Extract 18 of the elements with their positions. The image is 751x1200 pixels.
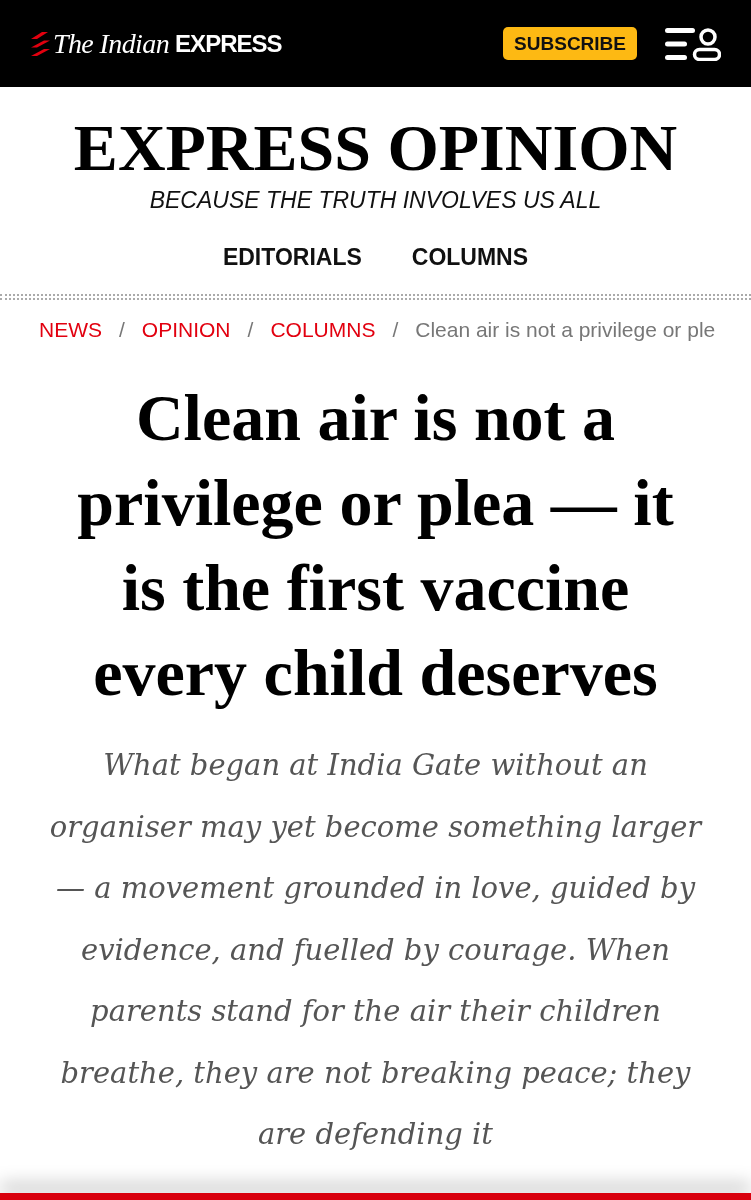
subscribe-button[interactable]: SUBSCRIBE <box>503 27 637 60</box>
article-summary: What began at India Gate without an organiser may yet become something larger — a movement grounded in love, guided by evidence, and fuelled by courage. When parents stand for the air their children breathe, they are not breaking peace; they are defending it <box>48 747 704 1153</box>
menu-profile-icon <box>665 26 721 61</box>
section-title: EXPRESS OPINION <box>73 115 678 181</box>
breadcrumb-separator: / <box>392 317 399 343</box>
breadcrumb-link[interactable]: OPINION <box>141 317 231 343</box>
section-nav-link[interactable]: EDITORIALS <box>222 243 362 271</box>
site-logo[interactable]: The Indian EXPRESS <box>30 27 282 60</box>
article-headline: Clean air is not a privilege or plea — it is the first vaccine every child deserves <box>76 380 675 711</box>
breadcrumb-link[interactable]: COLUMNS <box>270 317 376 343</box>
breadcrumb-current: Clean air is not a privilege or ple <box>415 317 716 343</box>
menu-button[interactable] <box>665 26 721 61</box>
section-tagline: BECAUSE THE TRUTH INVOLVES US ALL <box>149 187 602 213</box>
breadcrumb-link[interactable]: NEWS <box>39 317 102 343</box>
breadcrumb-separator: / <box>119 317 125 343</box>
breadcrumb-separator: / <box>247 317 254 343</box>
logo-mark-icon <box>30 31 51 56</box>
section-nav-link[interactable]: COLUMNS <box>411 243 529 271</box>
